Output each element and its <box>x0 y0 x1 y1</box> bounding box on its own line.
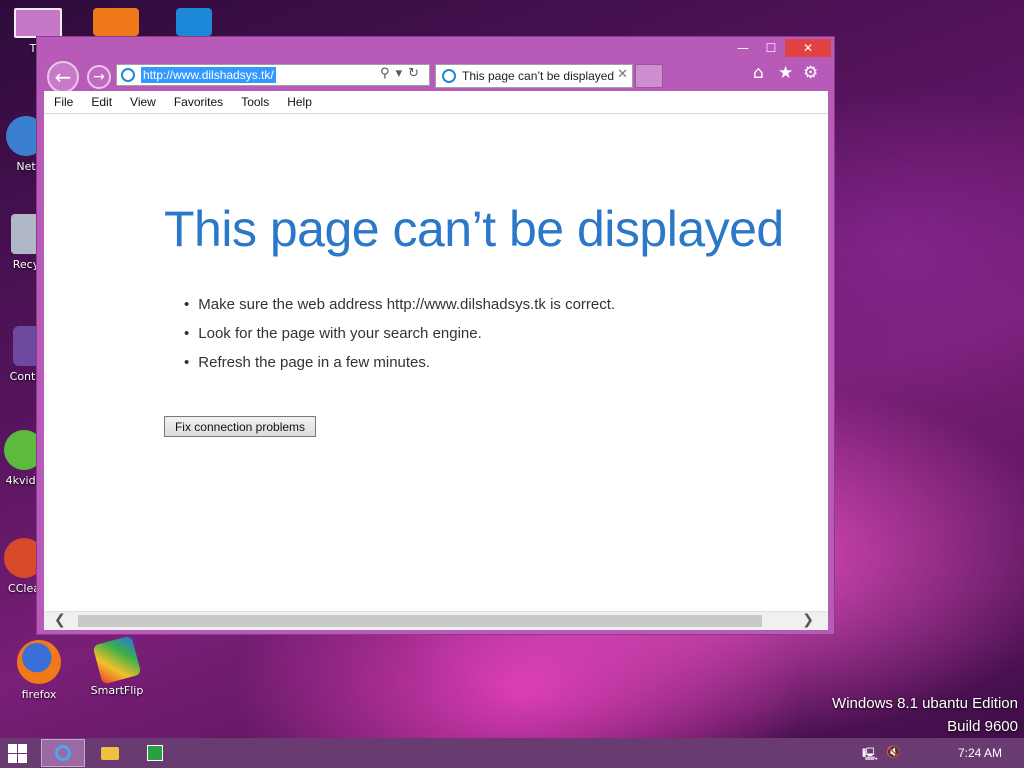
taskbar-ie-button[interactable] <box>41 739 85 767</box>
folder-icon <box>101 747 119 760</box>
tab-active[interactable]: This page can’t be displayed ✕ <box>435 64 633 88</box>
menu-help[interactable]: Help <box>277 92 320 109</box>
desktop-icon-label: firefox <box>21 688 57 701</box>
forward-arrow-icon: → <box>93 69 105 85</box>
windows-logo-pane <box>18 754 27 763</box>
taskbar-store-button[interactable] <box>134 739 178 767</box>
menu-edit[interactable]: Edit <box>81 92 120 109</box>
teamviewer-icon[interactable] <box>176 8 212 36</box>
windows-logo-icon <box>8 744 17 753</box>
ie-tab-icon <box>442 69 456 83</box>
desktop-icon-label: SmartFlip <box>90 684 144 697</box>
new-tab-button[interactable] <box>635 64 663 88</box>
pinned-app-icon[interactable] <box>93 8 139 36</box>
menu-file[interactable]: File <box>44 92 81 109</box>
error-suggestions: Make sure the web address http://www.dil… <box>184 296 615 383</box>
menu-favorites[interactable]: Favorites <box>164 92 231 109</box>
firefox-icon <box>17 640 61 684</box>
address-tools-icons[interactable]: ⚲▾↻ <box>380 66 425 81</box>
scroll-thumb[interactable] <box>78 615 762 627</box>
windows-logo-pane <box>8 754 17 763</box>
build-number-text: Build 9600 <box>947 718 1018 735</box>
store-icon <box>147 745 163 761</box>
suggestion-item: Refresh the page in a few minutes. <box>184 354 615 383</box>
address-bar[interactable]: http://www.dilshadsys.tk/ ⚲▾↻ <box>116 64 430 86</box>
menu-bar: File Edit View Favorites Tools Help <box>44 91 828 114</box>
menu-view[interactable]: View <box>120 92 164 109</box>
desktop-icon-firefox[interactable]: firefox <box>9 640 69 701</box>
suggestion-item: Make sure the web address http://www.dil… <box>184 296 615 325</box>
monitor-icon <box>14 8 62 38</box>
horizontal-scrollbar[interactable]: ❮ ❯ <box>44 611 828 630</box>
volume-muted-icon[interactable]: 🔇 <box>886 745 901 759</box>
fix-connection-button[interactable]: Fix connection problems <box>164 416 316 437</box>
clock[interactable]: 7:24 AM <box>958 746 1002 760</box>
settings-gear-icon[interactable]: ⚙ <box>803 63 818 83</box>
home-icon[interactable]: ⌂ <box>753 63 764 83</box>
browser-window[interactable]: — ☐ ✕ ← → http://www.dilshadsys.tk/ ⚲▾↻ … <box>36 36 835 635</box>
desktop-icon-label: Net <box>16 160 36 173</box>
taskbar-explorer-button[interactable] <box>88 739 132 767</box>
start-button[interactable] <box>8 744 28 764</box>
windows-edition-text: Windows 8.1 ubantu Edition <box>832 695 1018 712</box>
smartflip-icon <box>92 635 142 685</box>
menu-tools[interactable]: Tools <box>231 92 277 109</box>
ie-icon <box>55 745 71 761</box>
favorites-star-icon[interactable]: ★ <box>778 63 793 83</box>
title-bar[interactable]: — ☐ ✕ <box>37 37 834 65</box>
scroll-right-icon[interactable]: ❯ <box>802 612 814 628</box>
desktop-icon-smartflip[interactable]: SmartFlip <box>87 635 147 697</box>
windows-logo-pane <box>18 744 27 753</box>
forward-button[interactable]: → <box>87 65 111 89</box>
error-heading: This page can’t be displayed <box>164 201 784 257</box>
address-url[interactable]: http://www.dilshadsys.tk/ <box>141 67 276 83</box>
tab-close-icon[interactable]: ✕ <box>617 67 628 82</box>
back-arrow-icon: ← <box>54 65 72 89</box>
suggestion-item: Look for the page with your search engin… <box>184 325 615 354</box>
network-icon[interactable]: 🖳 <box>862 745 878 766</box>
minimize-button[interactable]: — <box>730 39 756 57</box>
maximize-button[interactable]: ☐ <box>758 39 784 57</box>
taskbar: 🖳 🔇 7:24 AM <box>0 738 1024 768</box>
page-content: This page can’t be displayed Make sure t… <box>44 114 828 611</box>
ie-page-icon <box>121 68 135 82</box>
close-button[interactable]: ✕ <box>785 39 831 57</box>
scroll-left-icon[interactable]: ❮ <box>54 612 66 628</box>
tab-title: This page can’t be displayed <box>462 69 615 83</box>
back-button[interactable]: ← <box>47 61 79 93</box>
